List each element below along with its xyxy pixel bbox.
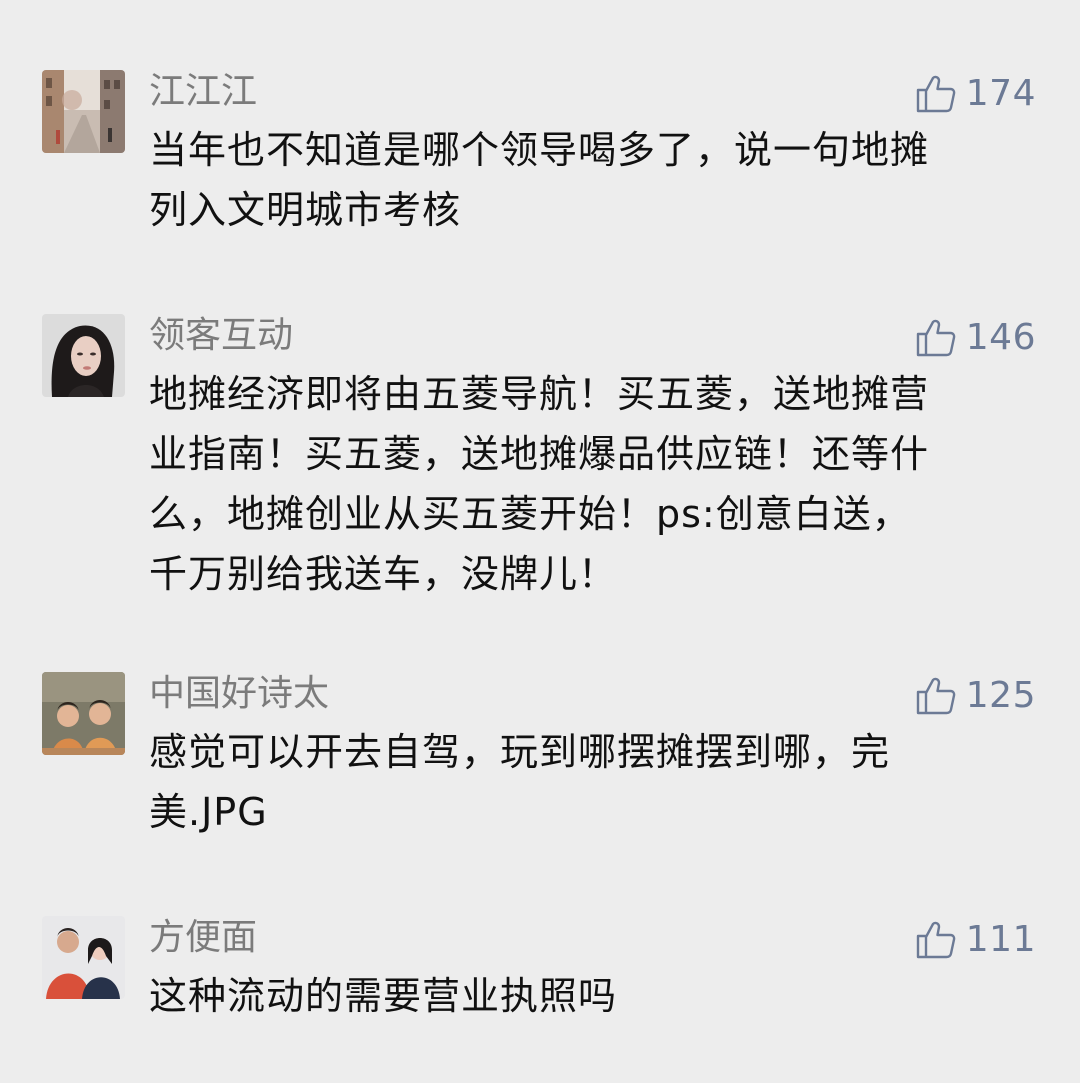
comment-text-line: 么，地摊创业从买五菱开始！ps:创意白送， [149, 492, 911, 536]
comment-text-line: 这种流动的需要营业执照吗 [149, 974, 618, 1018]
comment-text-line: 千万别给我送车，没牌儿！ [149, 552, 618, 596]
like-count: 146 [965, 317, 1036, 358]
like-button[interactable]: 174 [916, 72, 1036, 116]
thumbs-up-icon [916, 677, 956, 715]
comment-text-line: 当年也不知道是哪个领导喝多了，说一句地摊 [149, 128, 930, 172]
comment-nickname[interactable]: 中国好诗太 [149, 672, 329, 716]
comment-text: 地摊经济即将由五菱导航！买五菱，送地摊营 业指南！买五菱，送地摊爆品供应链！还等… [149, 364, 1034, 604]
street-photo-avatar[interactable] [42, 70, 125, 153]
comment-nickname[interactable]: 方便面 [149, 916, 257, 960]
comment-text: 感觉可以开去自驾，玩到哪摆摊摆到哪，完 美.JPG [149, 722, 1034, 842]
thumbs-up-icon [916, 921, 956, 959]
like-button[interactable]: 111 [916, 918, 1036, 962]
comment-text-line: 美.JPG [149, 790, 268, 834]
woman-portrait-avatar[interactable] [42, 314, 125, 397]
comment-text-line: 感觉可以开去自驾，玩到哪摆摊摆到哪，完 [149, 730, 891, 774]
like-count: 125 [965, 675, 1036, 716]
couple-photo-avatar[interactable] [42, 916, 125, 999]
thumbs-up-icon [916, 319, 956, 357]
two-children-photo-avatar[interactable] [42, 672, 125, 755]
comment-text: 当年也不知道是哪个领导喝多了，说一句地摊 列入文明城市考核 [149, 120, 1034, 240]
comment-text-line: 地摊经济即将由五菱导航！买五菱，送地摊营 [149, 372, 930, 416]
like-button[interactable]: 146 [916, 316, 1036, 360]
like-button[interactable]: 125 [916, 674, 1036, 718]
like-count: 174 [965, 73, 1036, 114]
thumbs-up-icon [916, 75, 956, 113]
comment-nickname[interactable]: 江江江 [149, 70, 257, 114]
comment-text-line: 业指南！买五菱，送地摊爆品供应链！还等什 [149, 432, 930, 476]
comment-text-line: 列入文明城市考核 [149, 188, 462, 232]
comment-nickname[interactable]: 领客互动 [149, 314, 293, 358]
like-count: 111 [965, 919, 1036, 960]
comment-text: 这种流动的需要营业执照吗 [149, 966, 1034, 1026]
